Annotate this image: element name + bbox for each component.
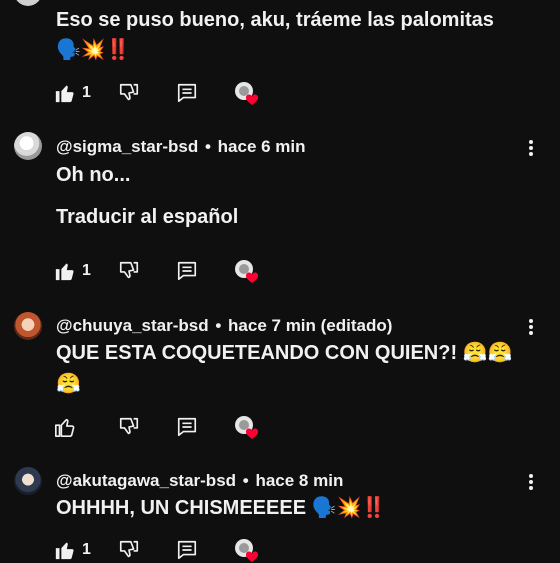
comment-header: @sigma_star-bsd • hace 6 min bbox=[56, 137, 306, 157]
avatar[interactable] bbox=[14, 467, 42, 495]
reply-button[interactable] bbox=[176, 80, 198, 106]
dislike-button[interactable] bbox=[118, 414, 140, 440]
avatar[interactable] bbox=[14, 0, 42, 6]
comment-time[interactable]: hace 7 min (editado) bbox=[228, 316, 392, 335]
like-button[interactable]: 1 bbox=[54, 258, 91, 284]
comment-text: QUE ESTA COQUETEANDO CON QUIEN?! 😤😤 bbox=[56, 342, 513, 364]
thumbs-up-icon bbox=[55, 263, 74, 281]
reply-comment-icon bbox=[177, 417, 197, 437]
comment-item: @akutagawa_star-bsd • hace 8 min OHHHH, … bbox=[0, 455, 560, 563]
thumbs-down-icon bbox=[119, 540, 139, 558]
reply-comment-icon bbox=[177, 83, 197, 103]
comment-actions: 1 bbox=[54, 80, 294, 106]
thumbs-up-icon bbox=[55, 418, 75, 437]
comment-text: OHHHH, UN CHISMEEEEE 🗣️💥‼️ bbox=[56, 497, 387, 519]
avatar[interactable] bbox=[14, 132, 42, 160]
like-button[interactable]: 1 bbox=[54, 537, 91, 563]
creator-heart[interactable] bbox=[234, 537, 260, 563]
creator-heart[interactable] bbox=[234, 80, 260, 106]
comment-header: @akutagawa_star-bsd • hace 8 min bbox=[56, 471, 343, 491]
creator-heart-icon bbox=[235, 539, 259, 562]
comment-username[interactable]: @akutagawa_star-bsd bbox=[56, 471, 236, 490]
reply-button[interactable] bbox=[176, 258, 198, 284]
like-count: 1 bbox=[82, 541, 91, 558]
comment-item: @sigma_star-bsd • hace 6 min Oh no... Tr… bbox=[0, 120, 560, 295]
comment-username[interactable]: @chuuya_star-bsd bbox=[56, 316, 209, 335]
dislike-button[interactable] bbox=[118, 258, 140, 284]
like-button[interactable] bbox=[54, 414, 76, 440]
comment-time[interactable]: hace 8 min bbox=[255, 471, 343, 490]
comment-header: @chuuya_star-bsd • hace 7 min (editado) bbox=[56, 316, 392, 336]
reply-comment-icon bbox=[177, 540, 197, 560]
reply-comment-icon bbox=[177, 261, 197, 281]
creator-heart[interactable] bbox=[234, 414, 260, 440]
more-vert-icon[interactable] bbox=[524, 473, 538, 491]
thumbs-up-icon bbox=[55, 85, 74, 103]
comment-actions: 1 bbox=[54, 258, 294, 284]
creator-heart-icon bbox=[235, 82, 259, 105]
reply-button[interactable] bbox=[176, 537, 198, 563]
translate-link[interactable]: Traducir al español bbox=[56, 206, 238, 229]
comment-emoji: 😤 bbox=[56, 373, 81, 395]
thumbs-down-icon bbox=[119, 261, 139, 279]
creator-heart-icon bbox=[235, 416, 259, 439]
reply-button[interactable] bbox=[176, 414, 198, 440]
comment-text: Eso se puso bueno, aku, tráeme las palom… bbox=[56, 9, 494, 31]
thumbs-down-icon bbox=[119, 417, 139, 435]
comment-item: Eso se puso bueno, aku, tráeme las palom… bbox=[0, 0, 560, 120]
comment-actions bbox=[54, 414, 294, 440]
dislike-button[interactable] bbox=[118, 537, 140, 563]
like-button[interactable]: 1 bbox=[54, 80, 91, 106]
separator: • bbox=[242, 471, 249, 490]
comment-actions: 1 bbox=[54, 537, 294, 563]
comment-emoji: 🗣️💥‼️ bbox=[56, 39, 131, 61]
separator: • bbox=[215, 316, 222, 335]
creator-heart[interactable] bbox=[234, 258, 260, 284]
separator: • bbox=[204, 137, 211, 156]
creator-heart-icon bbox=[235, 260, 259, 283]
avatar[interactable] bbox=[14, 312, 42, 340]
like-count: 1 bbox=[82, 262, 91, 279]
comment-time[interactable]: hace 6 min bbox=[218, 137, 306, 156]
more-vert-icon[interactable] bbox=[524, 139, 538, 157]
comment-item: @chuuya_star-bsd • hace 7 min (editado) … bbox=[0, 298, 560, 453]
more-vert-icon[interactable] bbox=[524, 318, 538, 336]
comment-text: Oh no... bbox=[56, 164, 131, 186]
thumbs-up-icon bbox=[55, 542, 74, 560]
dislike-button[interactable] bbox=[118, 80, 140, 106]
comment-username[interactable]: @sigma_star-bsd bbox=[56, 137, 198, 156]
thumbs-down-icon bbox=[119, 83, 139, 101]
like-count: 1 bbox=[82, 84, 91, 101]
